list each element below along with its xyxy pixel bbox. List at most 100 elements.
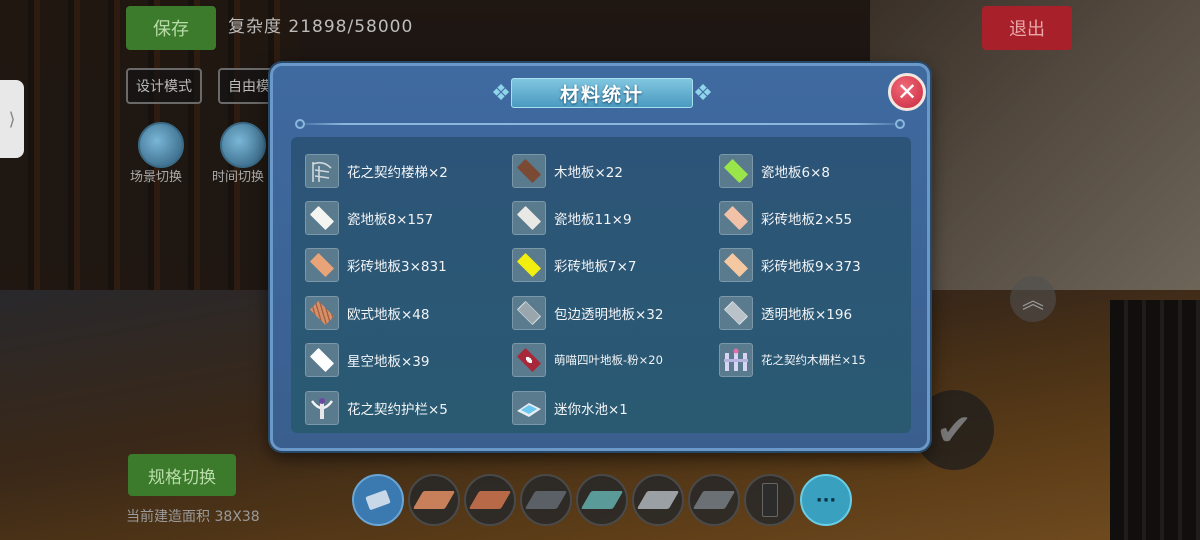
spec-switch-button[interactable]: 规格切换 (128, 454, 236, 496)
tile-swatch (723, 300, 749, 325)
ornament-right-icon: ❖ (693, 80, 713, 106)
material-item-label: 花之契约木栅栏×15 (761, 353, 866, 368)
material-item: 透明地板×196 (719, 289, 915, 336)
starry-floor-icon (305, 343, 339, 378)
gray-tile-icon[interactable] (688, 474, 740, 526)
scene-switch-button[interactable] (138, 122, 184, 168)
light-tile-icon[interactable] (632, 474, 684, 526)
complexity-counter: 复杂度 21898/58000 (228, 17, 414, 37)
material-item-label: 木地板×22 (554, 164, 623, 181)
tile-swatch (723, 206, 749, 231)
scene-switch-label: 场景切换 (130, 170, 183, 185)
material-item-label: 花之契约护栏×5 (347, 401, 448, 418)
tray-swatch (412, 491, 456, 509)
more-options-icon[interactable]: ··· (800, 474, 852, 526)
tray-swatch (468, 491, 512, 509)
tray-swatch (692, 491, 736, 509)
design-mode-button[interactable]: 设计模式 (126, 68, 202, 104)
tile-swatch (309, 206, 335, 231)
material-item-label: 欧式地板×48 (347, 306, 430, 323)
brick-tile-icon[interactable] (408, 474, 460, 526)
pool-icon (512, 390, 546, 425)
material-item: 花之契约木栅栏×15 (719, 337, 915, 384)
tray-swatch (636, 491, 680, 509)
material-item-label: 彩砖地板3×831 (347, 259, 447, 276)
material-item: 花之契约楼梯×2 (305, 147, 512, 194)
material-item: 木地板×22 (512, 147, 719, 194)
tile-swatch (309, 300, 335, 325)
save-button[interactable]: 保存 (126, 6, 216, 50)
material-item-label: 星空地板×39 (347, 354, 430, 371)
material-item-label: 萌喵四叶地板-粉×20 (554, 353, 663, 368)
material-item: 包边透明地板×32 (512, 289, 719, 336)
divider-dot-left (295, 119, 305, 129)
material-item: 彩砖地板3×831 (305, 242, 512, 289)
tray-swatch (365, 489, 391, 511)
exit-button[interactable]: 退出 (982, 6, 1072, 50)
tile-swatch (723, 253, 749, 278)
build-area-label: 当前建造面积 38X38 (126, 509, 260, 525)
tile-swatch (516, 300, 542, 325)
material-item: 欧式地板×48 (305, 289, 512, 336)
material-item-label: 迷你水池×1 (554, 401, 628, 418)
dialog-title: 材料统计 (511, 78, 693, 108)
tile-swatch (516, 158, 542, 183)
tray-swatch (762, 483, 778, 517)
material-grid: 花之契约楼梯×2 木地板×22 瓷地板6×8 瓷地板8×157 瓷地板11×9 彩砖地板2… (305, 147, 915, 431)
tile-floor-icon (719, 153, 753, 188)
divider-dot-right (895, 119, 905, 129)
material-item: 彩砖地板9×373 (719, 242, 915, 289)
tile-floor-icon (512, 201, 546, 236)
tile-swatch (309, 253, 335, 278)
material-item-label: 透明地板×196 (761, 306, 853, 323)
time-switch-button[interactable] (220, 122, 266, 168)
material-item: 迷你水池×1 (512, 384, 719, 431)
material-stats-dialog: ❖ 材料统计 ❖ ✕ 花之契约楼梯×2 木地板×22 瓷地板6×8 瓷地板8×157 瓷… (270, 63, 930, 451)
material-item-label: 包边透明地板×32 (554, 306, 664, 323)
tile-swatch (516, 206, 542, 231)
material-item: 彩砖地板2×55 (719, 194, 915, 241)
gray-tile-icon[interactable] (520, 474, 572, 526)
eraser-icon[interactable] (352, 474, 404, 526)
european-floor-icon (305, 295, 339, 330)
material-item: 瓷地板11×9 (512, 194, 719, 241)
colored-tile-icon (512, 248, 546, 283)
material-item: 星空地板×39 (305, 337, 512, 384)
railing-icon (305, 390, 339, 425)
stairs-icon (305, 153, 339, 188)
side-drawer-handle[interactable]: ⟩ (0, 80, 24, 158)
door-icon[interactable] (744, 474, 796, 526)
colored-tile-icon (719, 201, 753, 236)
material-item-label: 花之契约楼梯×2 (347, 164, 448, 181)
material-tray: ··· (352, 474, 852, 526)
tray-swatch (580, 491, 624, 509)
material-item: 萌喵四叶地板-粉×20 (512, 337, 719, 384)
material-item-label: 瓷地板8×157 (347, 212, 434, 229)
glass-floor-icon (719, 295, 753, 330)
material-item: 瓷地板6×8 (719, 147, 915, 194)
tray-swatch (524, 491, 568, 509)
fence-icon (719, 343, 753, 378)
wood-floor-icon (512, 153, 546, 188)
chevron-up-icon[interactable]: ︽ (1010, 276, 1056, 322)
brick-tile-icon[interactable] (464, 474, 516, 526)
material-item: 彩砖地板7×7 (512, 242, 719, 289)
tile-swatch (309, 348, 335, 373)
glass-floor-icon (512, 295, 546, 330)
colored-tile-icon (305, 248, 339, 283)
teal-tile-icon[interactable] (576, 474, 628, 526)
material-item-label: 彩砖地板7×7 (554, 259, 637, 276)
tile-swatch (516, 253, 542, 278)
material-item: 瓷地板8×157 (305, 194, 512, 241)
material-item-label: 彩砖地板2×55 (761, 212, 853, 229)
tile-swatch (516, 348, 542, 373)
material-item-label: 彩砖地板9×373 (761, 259, 861, 276)
close-icon[interactable]: ✕ (888, 73, 926, 111)
title-divider (295, 119, 905, 129)
material-list-panel: 花之契约楼梯×2 木地板×22 瓷地板6×8 瓷地板8×157 瓷地板11×9 彩砖地板2… (291, 137, 911, 433)
time-switch-label: 时间切换 (212, 170, 265, 185)
tile-swatch (723, 158, 749, 183)
tile-floor-icon (305, 201, 339, 236)
clover-floor-icon (512, 343, 546, 378)
dialog-title-banner: ❖ 材料统计 ❖ (487, 74, 717, 110)
